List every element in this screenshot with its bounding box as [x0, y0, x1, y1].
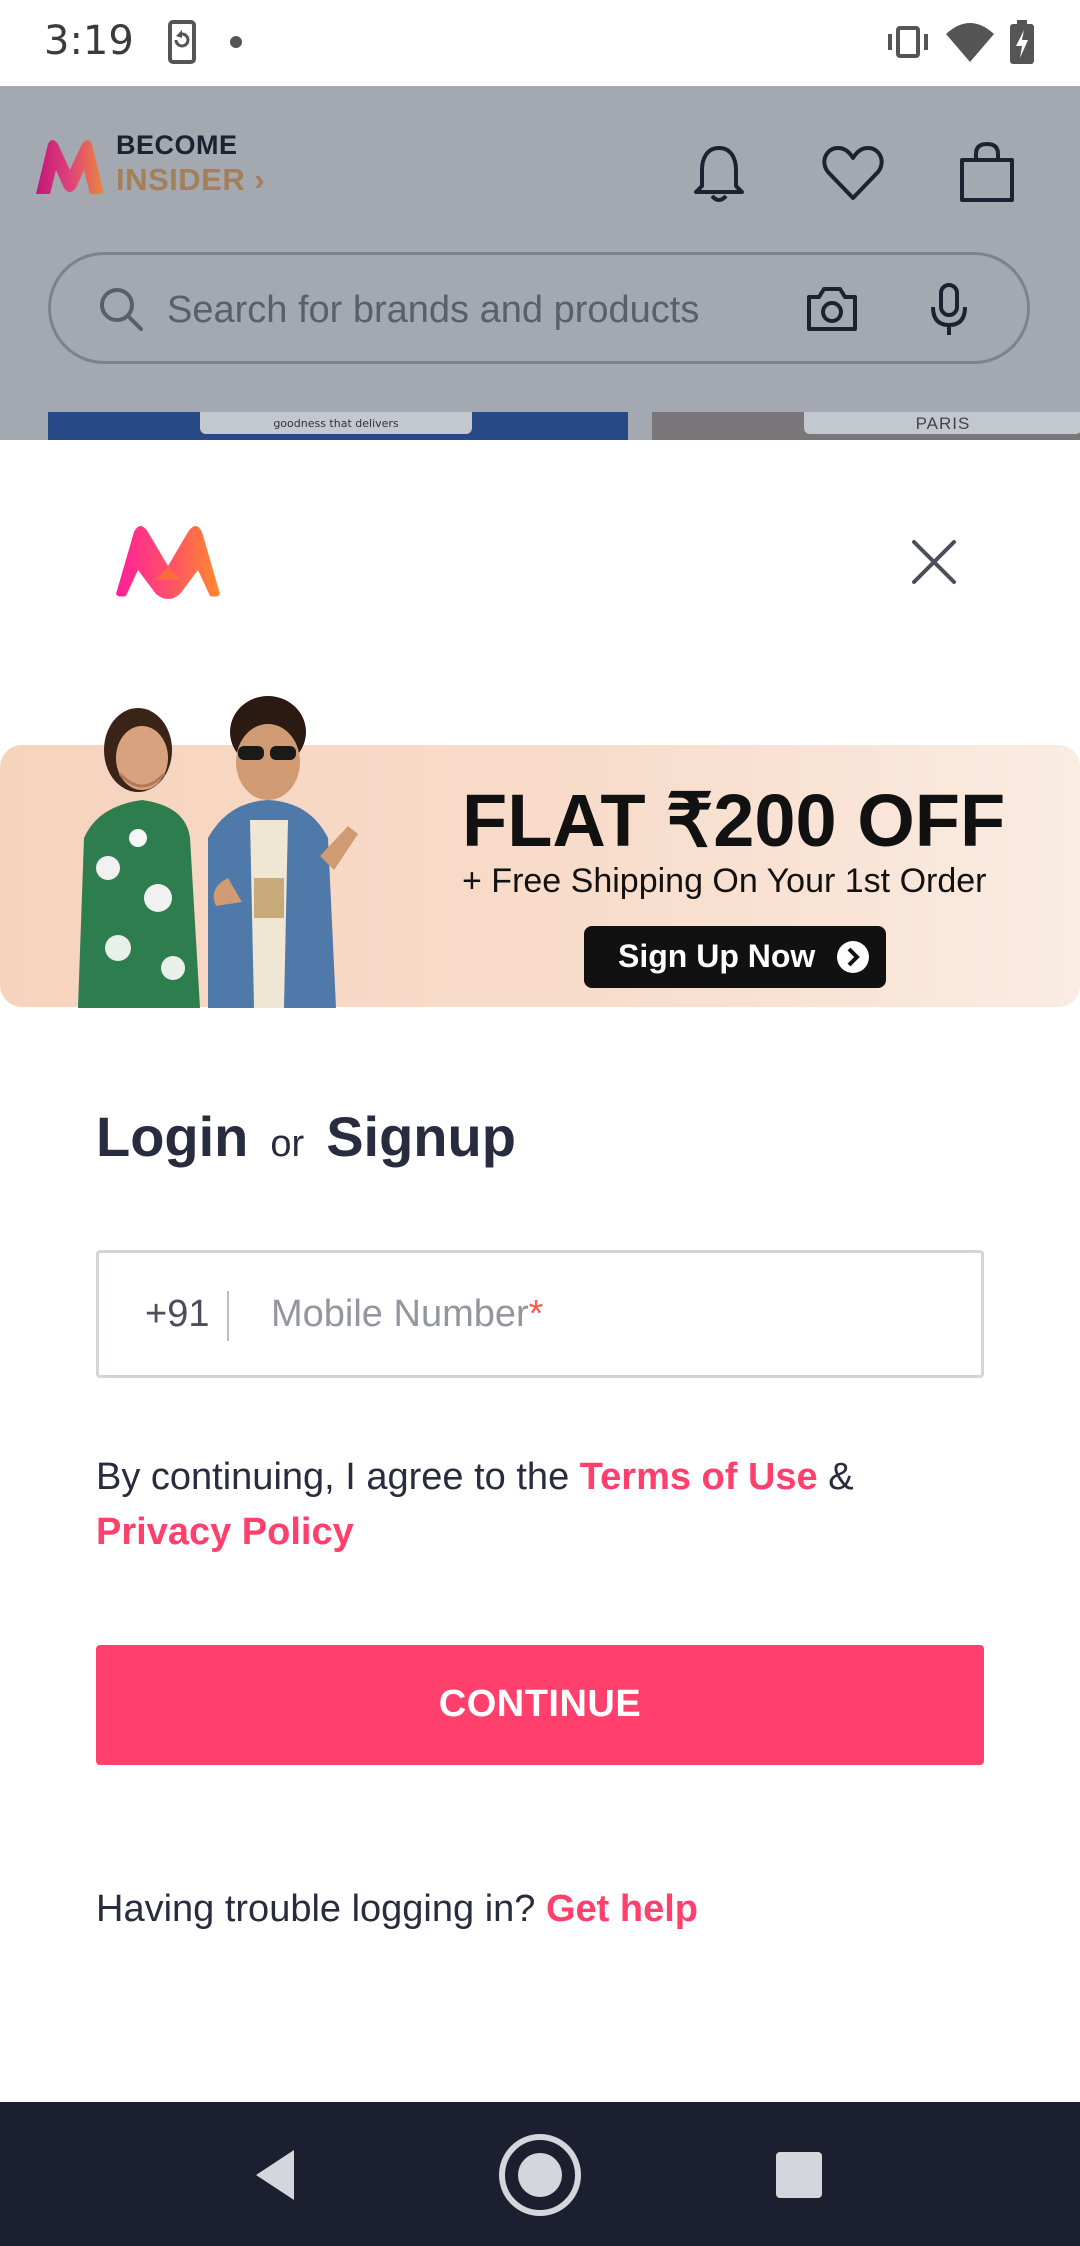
sign-up-now-button[interactable]: Sign Up Now	[584, 926, 886, 988]
login-sheet: FLAT ₹200 OFF + Free Shipping On Your 1s…	[0, 440, 1080, 2102]
back-icon[interactable]	[232, 2130, 322, 2220]
chevron-right-circle-icon	[837, 941, 869, 973]
terms-of-use-link[interactable]: Terms of Use	[580, 1456, 818, 1498]
chevron-right-icon: ›	[254, 162, 266, 197]
background-app-header: BECOME INSIDER › Search for brands and p…	[0, 86, 1080, 440]
mobile-number-field[interactable]: +91 Mobile Number*	[96, 1250, 984, 1378]
search-bar[interactable]: Search for brands and products	[48, 252, 1030, 364]
status-time: 3:19	[44, 18, 134, 64]
camera-icon[interactable]	[803, 283, 861, 335]
trouble-logging-in-text: Having trouble logging in? Get help	[96, 1888, 699, 1930]
signup-label: Signup	[326, 1105, 516, 1168]
search-input[interactable]: Search for brands and products	[167, 289, 699, 332]
promo-tile-left: goodness that delivers	[48, 412, 628, 440]
banner-title: FLAT ₹200 OFF	[462, 779, 1006, 862]
heart-icon[interactable]	[818, 138, 888, 208]
system-nav-bar	[0, 2102, 1080, 2246]
screen-rotate-icon	[168, 20, 196, 64]
myntra-insider-logo[interactable]	[32, 136, 108, 196]
status-bar: 3:19	[0, 0, 1080, 86]
promo-tile-left-label: goodness that delivers	[200, 412, 472, 434]
insider-label[interactable]: INSIDER ›	[116, 162, 265, 198]
wifi-icon	[946, 23, 994, 62]
promo-tile-right: PARIS	[652, 412, 1080, 440]
promo-tile-right-label: PARIS	[804, 412, 1080, 434]
battery-charging-icon	[1010, 20, 1034, 64]
home-icon[interactable]	[495, 2130, 585, 2220]
get-help-link[interactable]: Get help	[546, 1888, 698, 1930]
bag-icon[interactable]	[952, 138, 1022, 208]
become-label[interactable]: BECOME	[116, 130, 238, 161]
close-icon[interactable]	[904, 532, 964, 592]
promo-models-image	[78, 696, 358, 1008]
notification-dot-icon	[230, 36, 242, 48]
login-signup-heading: Login or Signup	[96, 1104, 516, 1169]
required-mark: *	[528, 1293, 544, 1335]
search-icon	[100, 288, 143, 331]
country-code-divider	[227, 1291, 229, 1341]
terms-text: By continuing, I agree to the Terms of U…	[96, 1456, 854, 1553]
recents-icon[interactable]	[754, 2130, 844, 2220]
bell-icon[interactable]	[684, 138, 754, 208]
privacy-policy-link[interactable]: Privacy Policy	[96, 1511, 354, 1553]
continue-button[interactable]: CONTINUE	[96, 1645, 984, 1765]
mobile-number-input[interactable]: Mobile Number*	[271, 1293, 543, 1336]
vibrate-icon	[888, 26, 928, 58]
login-label: Login	[96, 1105, 249, 1168]
banner-subtitle: + Free Shipping On Your 1st Order	[462, 862, 987, 900]
sign-up-now-label: Sign Up Now	[618, 938, 816, 974]
or-label: or	[270, 1123, 305, 1165]
mic-icon[interactable]	[927, 281, 971, 339]
country-code: +91	[145, 1293, 210, 1335]
myntra-logo	[116, 526, 220, 599]
